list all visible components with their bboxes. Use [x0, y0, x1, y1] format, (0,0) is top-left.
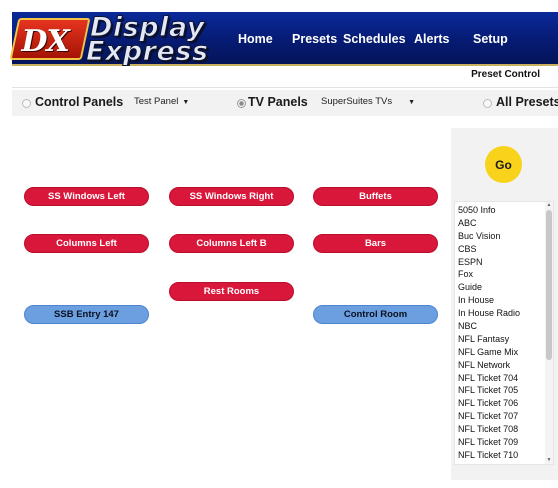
tv-panels-dropdown-value: SuperSuites TVs [321, 96, 393, 107]
channel-list-item[interactable]: CBS [458, 243, 553, 256]
channel-list-item[interactable]: Fox [458, 268, 553, 281]
channel-list-item[interactable]: 5050 Info [458, 204, 553, 217]
go-button[interactable]: Go [485, 146, 522, 183]
preset-button-ss-windows-left[interactable]: SS Windows Left [24, 187, 149, 206]
preset-button-columns-left[interactable]: Columns Left [24, 234, 149, 253]
channel-list[interactable]: 5050 Info ABC Buc Vision CBS ESPN Fox Guide In … [454, 201, 554, 465]
channel-list-item[interactable]: NFL Ticket 707 [458, 410, 553, 423]
caret-down-icon: ▼ [182, 99, 190, 106]
scroll-up-icon[interactable]: ▲ [545, 202, 553, 209]
channel-list-item[interactable]: NFL Fantasy [458, 333, 553, 346]
preset-button-control-room[interactable]: Control Room [313, 305, 438, 324]
channel-list-item[interactable]: NFL Ticket 710 [458, 449, 553, 462]
tv-panels-dropdown[interactable]: SuperSuites TVs ▼ [321, 96, 415, 110]
channel-list-item[interactable]: NFL Ticket 706 [458, 397, 553, 410]
control-panels-dropdown-value: Test Panel [134, 96, 179, 107]
channel-list-item[interactable]: Buc Vision [458, 230, 553, 243]
preset-button-ssb-entry-147[interactable]: SSB Entry 147 [24, 305, 149, 324]
channel-list-item[interactable]: NBC [458, 320, 553, 333]
channel-list-item[interactable]: ESPN [458, 256, 553, 269]
scroll-thumb[interactable] [546, 210, 552, 360]
channel-list-scrollbar[interactable]: ▲ ▼ [545, 202, 553, 464]
nav-alerts[interactable]: Alerts [414, 32, 449, 46]
nav-presets[interactable]: Presets [292, 32, 337, 46]
channel-list-item[interactable]: In House Radio [458, 307, 553, 320]
channel-panel: Go 5050 Info ABC Buc Vision CBS ESPN Fox Guide… [451, 128, 558, 480]
channel-list-items: 5050 Info ABC Buc Vision CBS ESPN Fox Guide In … [455, 202, 553, 462]
control-panels-dropdown[interactable]: Test Panel ▼ [134, 96, 189, 110]
channel-list-item[interactable]: NFL Ticket 708 [458, 423, 553, 436]
nav-setup[interactable]: Setup [473, 32, 508, 46]
preset-button-rest-rooms[interactable]: Rest Rooms [169, 282, 294, 301]
all-presets-radio[interactable] [483, 99, 492, 108]
caret-down-icon: ▼ [408, 99, 416, 106]
all-presets-label[interactable]: All Presets [496, 95, 558, 109]
top-header: DX Display Express Home Presets Schedule… [9, 12, 558, 68]
preset-button-bars[interactable]: Bars [313, 234, 438, 253]
logo-word-express: Express [85, 36, 209, 68]
preset-button-buffets[interactable]: Buffets [313, 187, 438, 206]
scroll-down-icon[interactable]: ▼ [545, 457, 553, 464]
preset-button-columns-left-b[interactable]: Columns Left B [169, 234, 294, 253]
display-express-logo[interactable]: DX Display Express [9, 12, 228, 68]
channel-list-item[interactable]: In House [458, 294, 553, 307]
page: DX Display Express Home Presets Schedule… [0, 0, 558, 488]
nav-schedules[interactable]: Schedules [343, 32, 406, 46]
dx-logo-mark: DX [21, 24, 69, 59]
panel-selector-row: Control Panels Test Panel ▼ TV Panels Sup… [12, 90, 558, 116]
nav-home[interactable]: Home [238, 32, 273, 46]
channel-list-item[interactable]: ABC [458, 217, 553, 230]
channel-list-item[interactable]: NFL Network [458, 359, 553, 372]
tv-panels-label[interactable]: TV Panels [248, 95, 308, 109]
preset-button-ss-windows-right[interactable]: SS Windows Right [169, 187, 294, 206]
sub-header-strip: Preset Control [12, 66, 558, 88]
channel-list-item[interactable]: NFL Ticket 709 [458, 436, 553, 449]
control-panels-radio[interactable] [22, 99, 31, 108]
tv-panels-radio[interactable] [237, 99, 246, 108]
dx-logo-badge: DX [9, 18, 91, 60]
channel-list-item[interactable]: NFL Ticket 705 [458, 384, 553, 397]
control-panels-label[interactable]: Control Panels [35, 95, 123, 109]
preset-control-title: Preset Control [471, 69, 540, 80]
channel-list-item[interactable]: NFL Ticket 704 [458, 372, 553, 385]
channel-list-item[interactable]: Guide [458, 281, 553, 294]
channel-list-item[interactable]: NFL Game Mix [458, 346, 553, 359]
